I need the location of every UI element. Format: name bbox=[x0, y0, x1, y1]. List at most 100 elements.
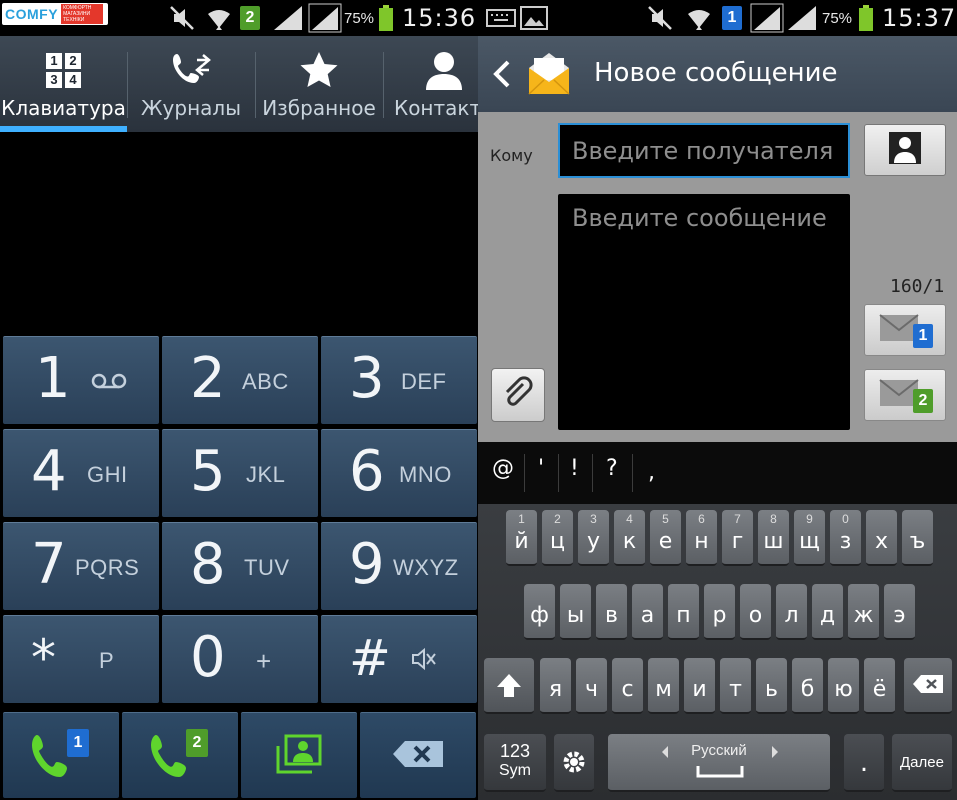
mute-icon bbox=[168, 0, 196, 36]
key-digit: 2 bbox=[190, 346, 226, 411]
tab-favorites[interactable]: Избранное bbox=[256, 36, 382, 132]
key-row3[interactable]: я bbox=[540, 658, 571, 714]
image-icon bbox=[520, 0, 548, 36]
backspace-button[interactable] bbox=[360, 712, 476, 798]
key-digit: 7 bbox=[31, 532, 67, 597]
key-row2[interactable]: ф bbox=[524, 584, 555, 640]
key-row3[interactable]: ь bbox=[756, 658, 787, 714]
recipient-input[interactable]: Введите получателя bbox=[558, 123, 850, 178]
key-row3[interactable]: с bbox=[612, 658, 643, 714]
dialed-number-display[interactable] bbox=[0, 132, 478, 334]
key-digit: 9 bbox=[349, 532, 385, 597]
signal-2-icon bbox=[308, 0, 342, 36]
key-row1[interactable]: х bbox=[866, 510, 897, 566]
dialer-screen: COMFY КОМФОРТН МАГАЗИНИ ТЕХНІКИ 2 75% 15… bbox=[0, 0, 478, 800]
send-sim2-button[interactable]: 2 bbox=[864, 369, 946, 421]
key-9[interactable]: 9 WXYZ bbox=[321, 522, 477, 610]
key-row1[interactable]: 8ш bbox=[758, 510, 789, 566]
tab-contacts[interactable]: Контакт bbox=[384, 36, 478, 132]
backspace-icon bbox=[912, 674, 944, 698]
symbol-divider bbox=[524, 454, 525, 492]
key-letters: P bbox=[99, 648, 115, 673]
key-6[interactable]: 6 MNO bbox=[321, 429, 477, 517]
key-digit: 6 bbox=[349, 439, 385, 504]
attach-button[interactable] bbox=[491, 368, 545, 422]
key-row3[interactable]: б bbox=[792, 658, 823, 714]
key-row1[interactable]: 7г bbox=[722, 510, 753, 566]
next-key[interactable]: Далее bbox=[892, 734, 952, 792]
dialpad: 1 2 ABC 3 DEF 4 GHI 5 JKL 6 MNO 7 PQRS 8… bbox=[0, 336, 478, 708]
message-header: Новое сообщение bbox=[478, 36, 957, 112]
key-3[interactable]: 3 DEF bbox=[321, 336, 477, 424]
key-7[interactable]: 7 PQRS bbox=[3, 522, 159, 610]
key-5[interactable]: 5 JKL bbox=[162, 429, 318, 517]
symbol-key[interactable]: @ bbox=[492, 456, 514, 481]
back-arrow-icon[interactable] bbox=[492, 56, 512, 92]
add-contact-button[interactable] bbox=[241, 712, 357, 798]
battery-percent: 75% bbox=[344, 9, 375, 27]
key-row3[interactable]: ю bbox=[828, 658, 859, 714]
keyboard-backspace-key[interactable] bbox=[904, 658, 952, 714]
key-row3[interactable]: ё bbox=[864, 658, 895, 714]
key-row2[interactable]: а bbox=[632, 584, 663, 640]
sim-indicator: 1 bbox=[722, 0, 742, 36]
page-title: Новое сообщение bbox=[594, 58, 838, 88]
call-sim1-button[interactable]: 1 bbox=[3, 712, 119, 798]
signal-icon bbox=[750, 0, 784, 36]
key-row2[interactable]: д bbox=[812, 584, 843, 640]
key-row3[interactable]: т bbox=[720, 658, 751, 714]
wifi-icon bbox=[204, 0, 234, 36]
call-log-icon bbox=[169, 50, 213, 90]
symbol-key[interactable]: , bbox=[648, 460, 655, 485]
call-sim2-button[interactable]: 2 bbox=[122, 712, 238, 798]
key-row1[interactable]: 4к bbox=[614, 510, 645, 566]
key-8[interactable]: 8 TUV bbox=[162, 522, 318, 610]
key-row1[interactable]: 0з bbox=[830, 510, 861, 566]
key-row2[interactable]: п bbox=[668, 584, 699, 640]
message-input[interactable]: Введите сообщение bbox=[558, 194, 850, 430]
key-digit: 4 bbox=[31, 439, 67, 504]
symbol-key[interactable]: ? bbox=[606, 456, 618, 481]
symbol-key[interactable]: ' bbox=[538, 456, 544, 481]
symbol-key[interactable]: ! bbox=[570, 456, 579, 481]
key-row3[interactable]: и bbox=[684, 658, 715, 714]
key-4[interactable]: 4 GHI bbox=[3, 429, 159, 517]
key-row1[interactable]: ъ bbox=[902, 510, 933, 566]
key-row2[interactable]: л bbox=[776, 584, 807, 640]
key-letters: TUV bbox=[244, 555, 290, 580]
key-hash[interactable]: # bbox=[321, 615, 477, 703]
key-0[interactable]: 0 + bbox=[162, 615, 318, 703]
tab-call-logs[interactable]: Журналы bbox=[128, 36, 254, 132]
space-key[interactable]: Русский bbox=[608, 734, 830, 792]
tab-keypad[interactable]: 1234 Клавиатура bbox=[0, 36, 127, 132]
key-row1[interactable]: 1й bbox=[506, 510, 537, 566]
sim-number: 1 bbox=[67, 728, 89, 757]
wifi-icon bbox=[684, 0, 714, 36]
key-star[interactable]: * P bbox=[3, 615, 159, 703]
key-row2[interactable]: о bbox=[740, 584, 771, 640]
send-sim1-button[interactable]: 1 bbox=[864, 304, 946, 356]
sim-number: 1 bbox=[913, 324, 933, 348]
chevron-right-icon bbox=[770, 744, 780, 763]
onscreen-keyboard: @ ' ! ? , 1й 2ц 3у 4к 5е 6н 7г 8ш 9щ 0 з… bbox=[478, 442, 957, 800]
symbol-divider bbox=[558, 454, 559, 492]
key-row3[interactable]: ч bbox=[576, 658, 607, 714]
choose-contact-button[interactable] bbox=[864, 124, 946, 176]
key-row2[interactable]: в bbox=[596, 584, 627, 640]
key-row2[interactable]: э bbox=[884, 584, 915, 640]
shift-key[interactable] bbox=[484, 658, 534, 714]
period-key[interactable]: . bbox=[844, 734, 884, 792]
key-row1[interactable]: 2ц bbox=[542, 510, 573, 566]
key-1[interactable]: 1 bbox=[3, 336, 159, 424]
key-row2[interactable]: ы bbox=[560, 584, 591, 640]
key-row2[interactable]: ж bbox=[848, 584, 879, 640]
key-row1[interactable]: 9щ bbox=[794, 510, 825, 566]
key-2[interactable]: 2 ABC bbox=[162, 336, 318, 424]
key-row1[interactable]: 6н bbox=[686, 510, 717, 566]
key-row1[interactable]: 3у bbox=[578, 510, 609, 566]
key-row1[interactable]: 5е bbox=[650, 510, 681, 566]
key-row3[interactable]: м bbox=[648, 658, 679, 714]
settings-key[interactable] bbox=[554, 734, 594, 792]
key-row2[interactable]: р bbox=[704, 584, 735, 640]
symbols-key[interactable]: 123 Sym bbox=[484, 734, 546, 792]
